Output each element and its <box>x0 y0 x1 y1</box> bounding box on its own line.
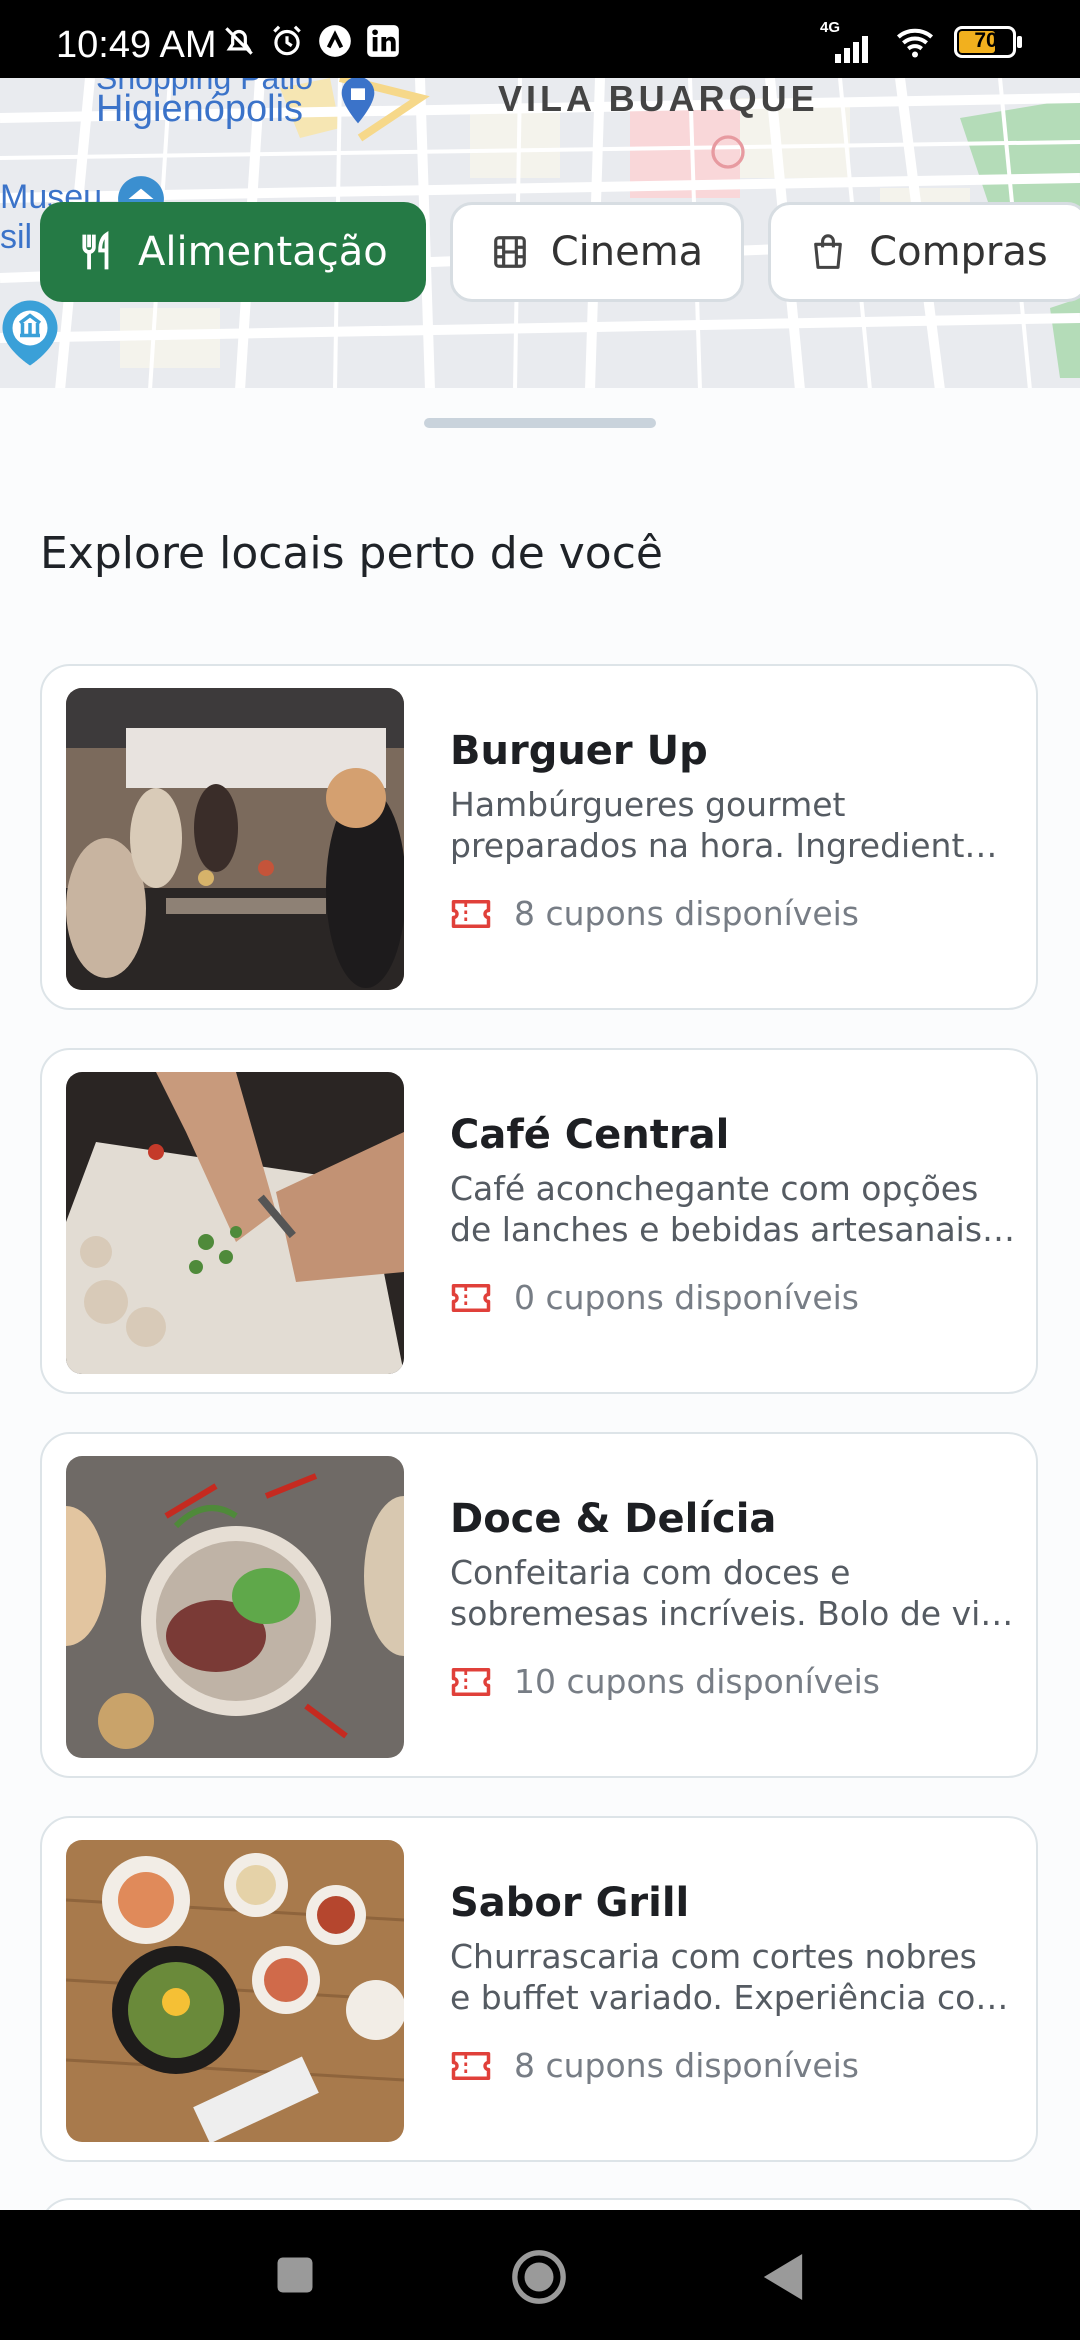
ticket-icon <box>451 2051 491 2080</box>
fork-knife-icon <box>82 231 109 270</box>
back-button[interactable] <box>760 2252 806 2302</box>
recents-button[interactable] <box>274 2254 316 2296</box>
status-left-icons <box>220 22 402 60</box>
coupon-info: 0 cupons disponíveis <box>450 1278 859 1317</box>
battery-level: 70 <box>974 29 998 52</box>
place-name: Sabor Grill <box>450 1880 690 1926</box>
ticket-icon <box>451 1667 491 1696</box>
place-description-line2: sobremesas incríveis. Bolo de vitr… <box>450 1594 1016 1633</box>
map-poi-icon[interactable] <box>708 132 748 172</box>
home-button[interactable] <box>510 2248 568 2306</box>
place-photo <box>66 1456 404 1758</box>
linkedin-icon <box>367 25 399 57</box>
place-name: Café Central <box>450 1112 730 1158</box>
place-description: Café aconchegante com opções de lanches … <box>450 1168 1016 1250</box>
battery-icon: 70 <box>954 26 1024 58</box>
chip-alimentacao[interactable]: Alimentação <box>40 202 426 302</box>
vpn-icon <box>319 25 351 57</box>
status-bar: 10:49 AM 4G 70 <box>0 0 1080 78</box>
place-description-line1: Hambúrgueres gourmet <box>450 785 846 824</box>
place-description-line1: Churrascaria com cortes nobres <box>450 1937 977 1976</box>
place-description-line2: e buffet variado. Experiência com… <box>450 1978 1016 2017</box>
coupon-count: 10 cupons disponíveis <box>514 1662 880 1701</box>
place-name: Doce & Delícia <box>450 1496 777 1542</box>
museum-marker-icon[interactable] <box>0 298 60 368</box>
chip-label: Alimentação <box>138 229 388 275</box>
status-time: 10:49 AM <box>56 24 217 66</box>
chip-label: Compras <box>869 229 1048 275</box>
place-name: Burguer Up <box>450 728 708 774</box>
chip-cinema[interactable]: Cinema <box>449 202 745 302</box>
place-description: Churrascaria com cortes nobres e buffet … <box>450 1936 1016 2018</box>
coupon-info: 8 cupons disponíveis <box>450 2046 859 2085</box>
drag-handle[interactable] <box>424 418 656 428</box>
signal-icon: 4G <box>820 19 876 63</box>
place-photo <box>66 1072 404 1374</box>
chip-compras[interactable]: Compras <box>768 202 1080 302</box>
coupon-info: 10 cupons disponíveis <box>450 1662 880 1701</box>
place-description: Confeitaria com doces e sobremesas incrí… <box>450 1552 1016 1634</box>
map-pin-icon[interactable] <box>330 78 386 128</box>
navigation-bar <box>0 2210 1080 2340</box>
place-card[interactable]: Sabor Grill Churrascaria com cortes nobr… <box>40 1816 1038 2162</box>
alarm-icon <box>273 25 301 56</box>
status-right-icons: 4G 70 <box>820 19 1024 63</box>
place-description-line2: de lanches e bebidas artesanais. … <box>450 1210 1016 1249</box>
place-description-line1: Confeitaria com doces e <box>450 1553 851 1592</box>
shopping-bag-icon <box>814 234 843 269</box>
map-label-vila-buarque: VILA BUARQUE <box>498 78 819 119</box>
chip-label: Cinema <box>550 229 704 275</box>
place-card[interactable]: Burguer Up Hambúrgueres gourmet preparad… <box>40 664 1038 1010</box>
place-photo <box>66 688 404 990</box>
place-description: Hambúrgueres gourmet preparados na hora.… <box>450 784 1016 866</box>
map-label-higienopolis: Higienópolis <box>96 88 304 130</box>
place-card[interactable]: Doce & Delícia Confeitaria com doces e s… <box>40 1432 1038 1778</box>
ticket-icon <box>451 899 491 928</box>
coupon-count: 8 cupons disponíveis <box>514 894 860 933</box>
place-photo <box>66 1840 404 2142</box>
ticket-icon <box>451 1283 491 1312</box>
category-chips: Alimentação Cinema Compras <box>40 202 1080 302</box>
bottom-sheet: Explore locais perto de você Burguer Up … <box>0 388 1080 2238</box>
place-card[interactable]: Café Central Café aconchegante com opçõe… <box>40 1048 1038 1394</box>
place-description-line1: Café aconchegante com opções <box>450 1169 979 1208</box>
coupon-info: 8 cupons disponíveis <box>450 894 859 933</box>
map-label-sil: sil <box>0 218 33 256</box>
sheet-title: Explore locais perto de você <box>40 528 663 579</box>
coupon-count: 8 cupons disponíveis <box>514 2046 860 2085</box>
film-icon <box>493 236 526 268</box>
place-description-line2: preparados na hora. Ingredientes… <box>450 826 1016 865</box>
mute-icon <box>225 27 253 55</box>
wifi-icon <box>896 28 934 58</box>
coupon-count: 0 cupons disponíveis <box>514 1278 860 1317</box>
